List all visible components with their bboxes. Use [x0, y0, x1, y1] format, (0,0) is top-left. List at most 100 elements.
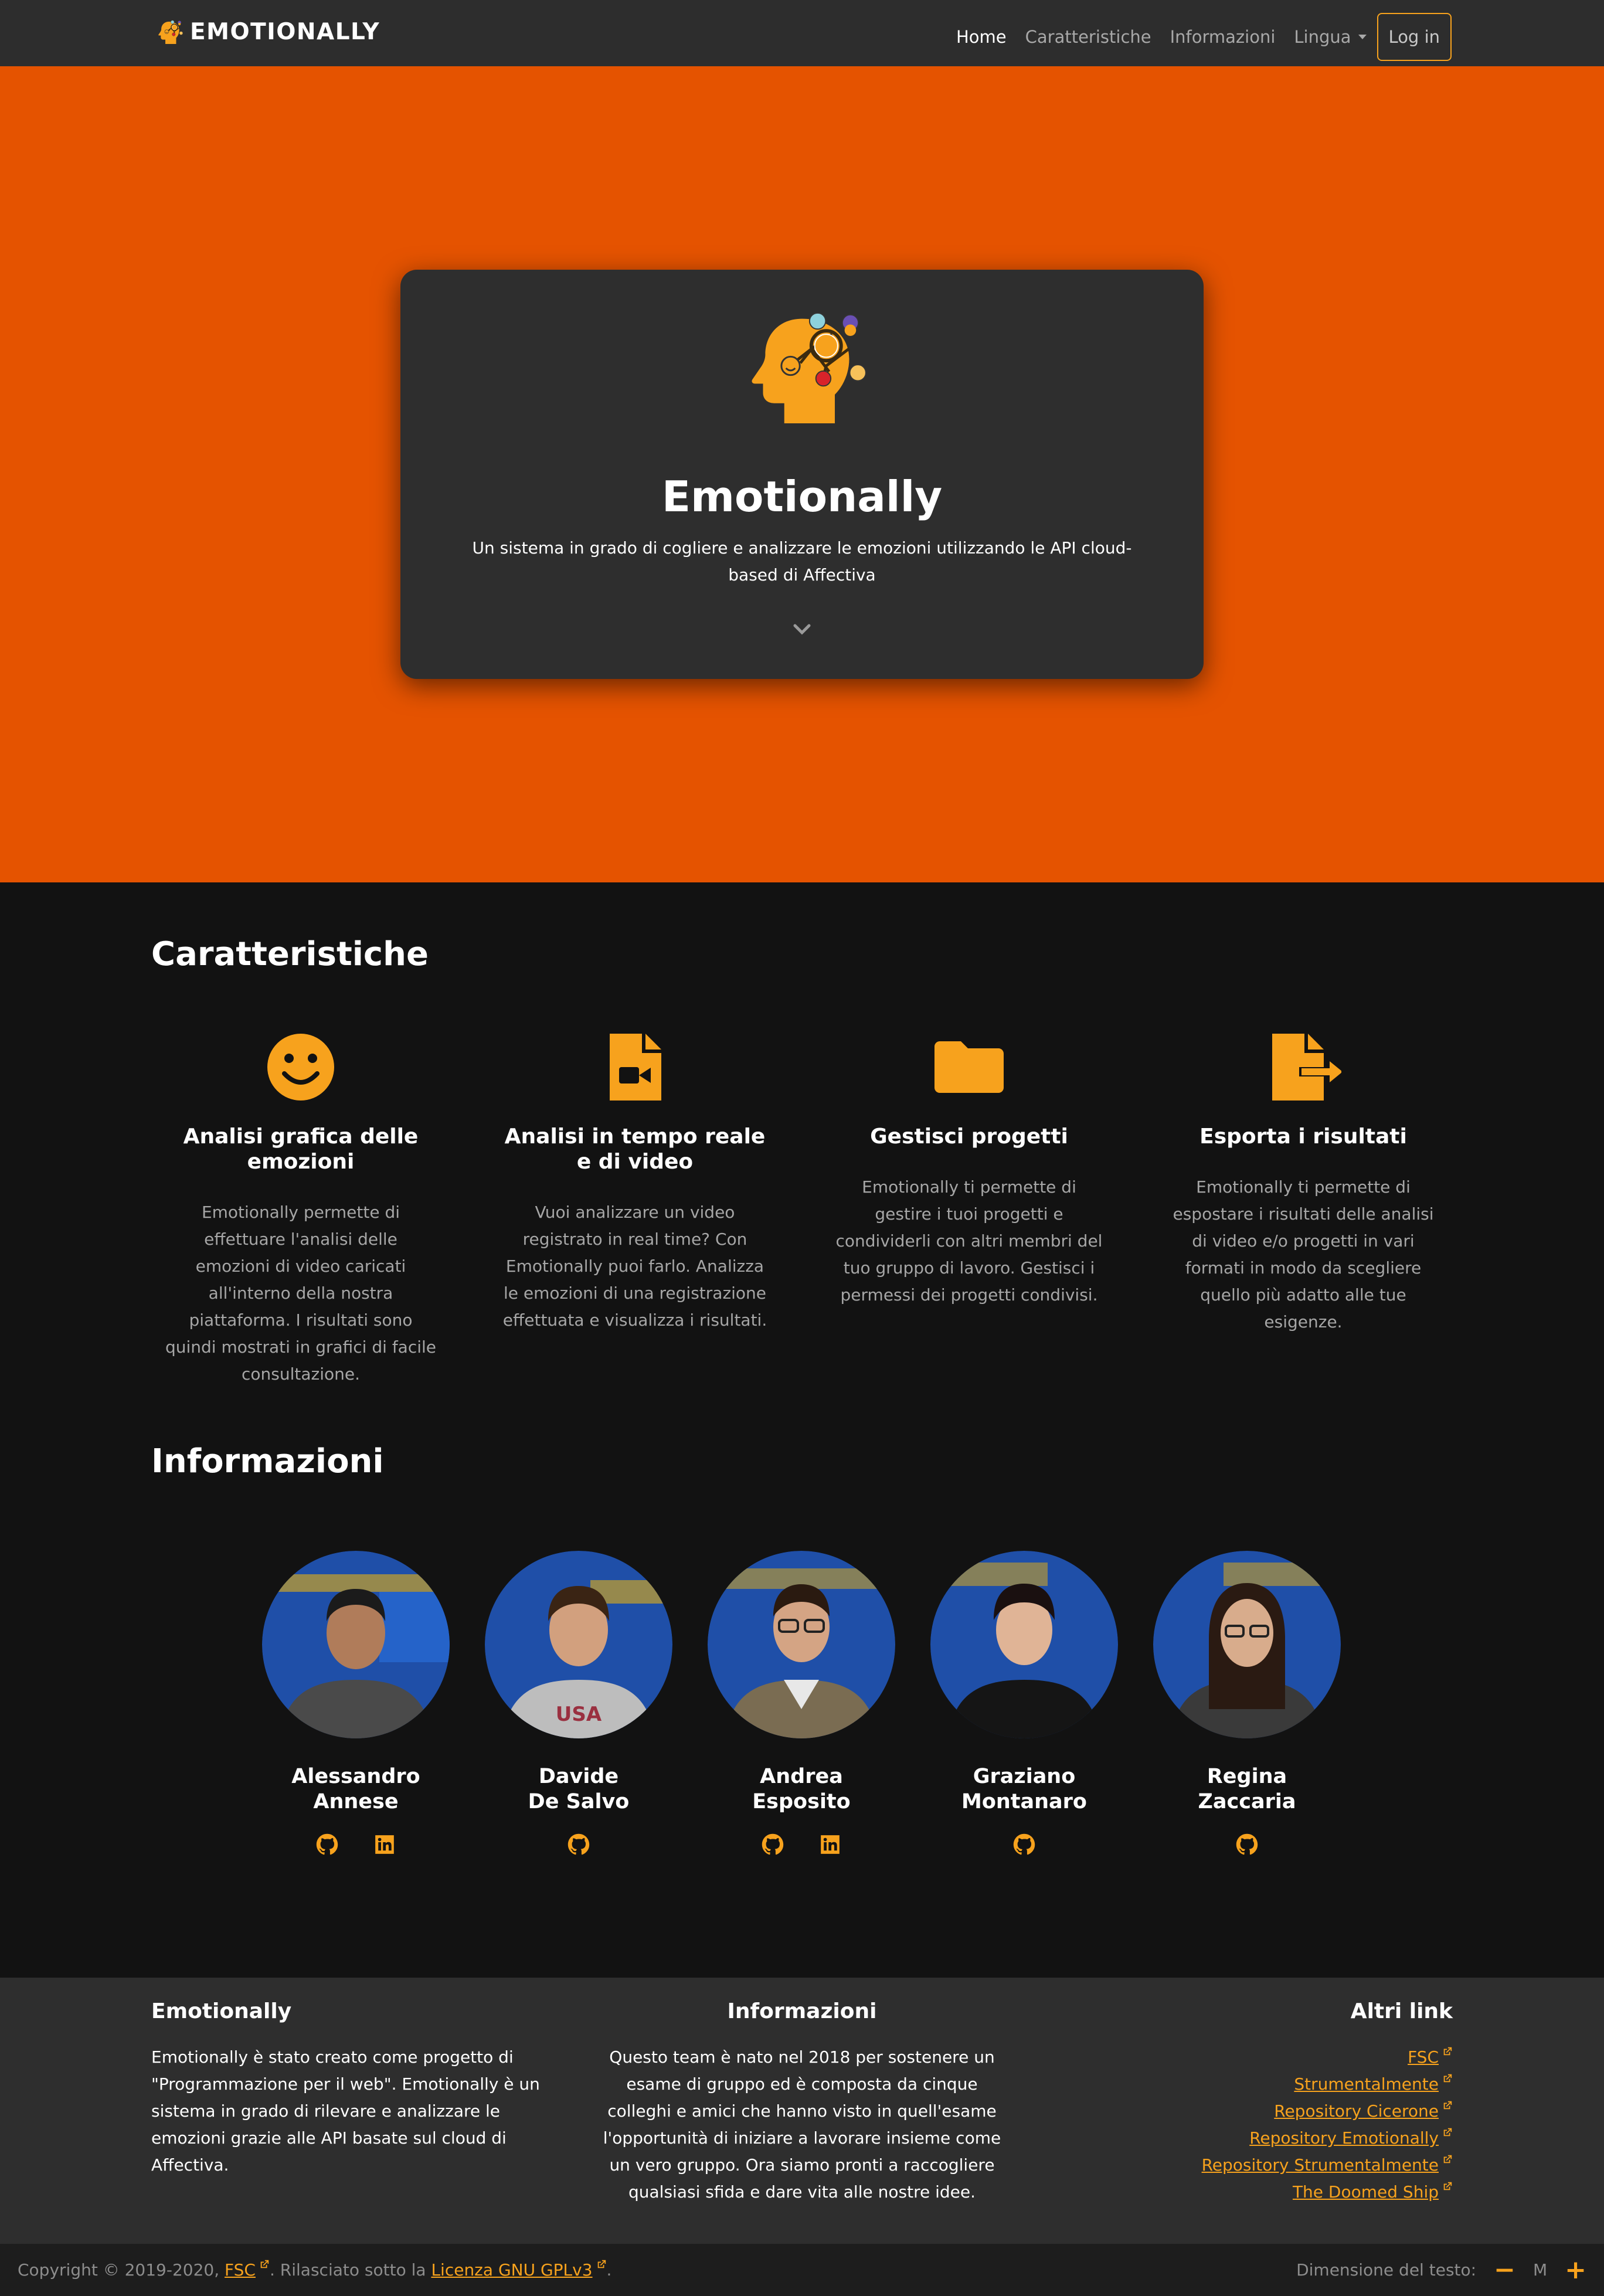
member-socials	[1153, 1833, 1341, 1856]
member-name: Graziano Montanaro	[930, 1764, 1118, 1815]
member-name: Davide De Salvo	[485, 1764, 672, 1815]
team-member: Regina Zaccaria	[1153, 1551, 1341, 1856]
feature-title: Esporta i risultati	[1199, 1125, 1407, 1149]
team-title: Informazioni	[151, 1442, 384, 1480]
team-member: Alessandro Annese	[262, 1551, 450, 1856]
team-member: USA Davide De Salvo	[485, 1551, 672, 1856]
footer-link-fsc[interactable]: FSC	[1202, 2044, 1453, 2071]
feature-title: Analisi grafica delle emozioni	[183, 1125, 419, 1174]
member-photo	[930, 1551, 1118, 1738]
member-last-name: Zaccaria	[1198, 1790, 1296, 1813]
feature-card: Gestisci progetti Emotionally ti permett…	[817, 1029, 1122, 1309]
member-name: Andrea Esposito	[708, 1764, 895, 1815]
login-button[interactable]: Log in	[1377, 13, 1452, 61]
footer-link-label: Repository Emotionally	[1249, 2128, 1439, 2148]
folder-icon	[934, 1041, 1004, 1093]
footer-links: FSC Strumentalmente Repository Cicerone …	[1202, 2044, 1453, 2206]
caret-down-icon	[1358, 35, 1367, 39]
bottom-bar: Copyright © 2019-2020, FSC . Rilasciato s…	[0, 2244, 1604, 2296]
footer-link-doomed-ship[interactable]: The Doomed Ship	[1202, 2179, 1453, 2206]
external-link-icon	[1442, 2046, 1453, 2057]
feature-title: Gestisci progetti	[870, 1125, 1068, 1149]
copyright: Copyright © 2019-2020, FSC . Rilasciato s…	[18, 2244, 611, 2296]
copyright-fsc-link[interactable]: FSC	[225, 2260, 256, 2280]
copyright-fsc-label: FSC	[225, 2260, 256, 2280]
linkedin-icon[interactable]	[373, 1833, 396, 1856]
head-emotions-logo-icon	[745, 308, 868, 423]
nav-link-caratteristiche[interactable]: Caratteristiche	[1025, 17, 1151, 57]
feature-card: Esporta i risultati Emotionally ti perme…	[1151, 1029, 1456, 1336]
member-socials	[262, 1833, 450, 1856]
copyright-end: .	[606, 2260, 612, 2280]
feature-card: Analisi in tempo reale e di video Vuoi a…	[482, 1029, 787, 1334]
member-first-name: Graziano	[973, 1765, 1076, 1788]
license-link[interactable]: Licenza GNU GPLv3	[431, 2260, 592, 2280]
navbar: EMOTIONALLY Home Caratteristiche Informa…	[0, 0, 1604, 66]
member-first-name: Andrea	[760, 1765, 843, 1788]
member-socials	[930, 1833, 1118, 1856]
external-link-icon	[259, 2259, 270, 2270]
feature-description: Emotionally ti permette di gestire i tuo…	[835, 1177, 1103, 1305]
footer-link-repo-strumentalmente[interactable]: Repository Strumentalmente	[1202, 2152, 1453, 2179]
member-socials	[485, 1833, 672, 1856]
member-last-name: Annese	[313, 1790, 399, 1813]
external-link-icon	[1442, 2181, 1453, 2192]
copyright-prefix: Copyright © 2019-2020,	[18, 2260, 220, 2280]
feature-card: Analisi grafica delle emozioni Emotional…	[148, 1029, 453, 1388]
hero-title: Emotionally	[661, 472, 943, 521]
team-member: Andrea Esposito	[708, 1551, 895, 1856]
feature-description: Emotionally permette di effettuare l'ana…	[165, 1203, 437, 1384]
footer-link-strumentalmente[interactable]: Strumentalmente	[1202, 2071, 1453, 2098]
github-icon[interactable]	[567, 1833, 590, 1856]
text-size-decrease-button[interactable]: −	[1494, 2244, 1515, 2296]
file-export-icon	[1272, 1034, 1341, 1101]
member-first-name: Regina	[1207, 1765, 1287, 1788]
member-first-name: Alessandro	[291, 1765, 420, 1788]
team-member: Graziano Montanaro	[930, 1551, 1118, 1856]
github-icon[interactable]	[1013, 1833, 1035, 1856]
file-video-icon	[610, 1034, 661, 1101]
footer-link-label: Strumentalmente	[1294, 2074, 1439, 2094]
text-size-label: Dimensione del testo:	[1296, 2260, 1477, 2280]
external-link-icon	[1442, 2127, 1453, 2138]
github-icon[interactable]	[1236, 1833, 1258, 1856]
hero-section: Emotionally Un sistema in grado di cogli…	[0, 66, 1604, 882]
member-socials	[708, 1833, 895, 1856]
footer-about-title: Emotionally	[151, 1999, 292, 2023]
text-size-control: Dimensione del testo: − M +	[1296, 2244, 1586, 2296]
nav-link-informazioni[interactable]: Informazioni	[1170, 17, 1276, 57]
copyright-mid: . Rilasciato sotto la	[269, 2260, 426, 2280]
smile-icon	[267, 1034, 334, 1101]
features-title: Caratteristiche	[151, 935, 429, 973]
member-name: Regina Zaccaria	[1153, 1764, 1341, 1815]
external-link-icon	[596, 2259, 607, 2270]
github-icon[interactable]	[316, 1833, 338, 1856]
footer-info-text: Questo team è nato nel 2018 per sostener…	[603, 2047, 1001, 2202]
brand-logo-icon	[157, 16, 183, 47]
footer-link-repo-emotionally[interactable]: Repository Emotionally	[1202, 2125, 1453, 2152]
brand-link[interactable]: EMOTIONALLY	[157, 16, 380, 47]
hero-card: Emotionally Un sistema in grado di cogli…	[400, 270, 1204, 679]
github-icon[interactable]	[762, 1833, 784, 1856]
brand-name: EMOTIONALLY	[190, 18, 380, 45]
member-first-name: Davide	[538, 1765, 619, 1788]
svg-text:USA: USA	[556, 1703, 602, 1726]
hero-subtitle: Un sistema in grado di cogliere e analiz…	[472, 538, 1132, 585]
nav-link-home[interactable]: Home	[956, 17, 1007, 57]
external-link-icon	[1442, 2073, 1453, 2084]
language-dropdown-label: Lingua	[1294, 27, 1351, 47]
member-photo	[262, 1551, 450, 1738]
member-photo	[1153, 1551, 1341, 1738]
external-link-icon	[1442, 2154, 1453, 2165]
member-last-name: De Salvo	[528, 1790, 630, 1813]
member-name: Alessandro Annese	[262, 1764, 450, 1815]
footer-link-repo-cicerone[interactable]: Repository Cicerone	[1202, 2098, 1453, 2125]
footer-info-title: Informazioni	[727, 1999, 877, 2023]
linkedin-icon[interactable]	[819, 1833, 841, 1856]
chevron-down-icon[interactable]	[790, 621, 814, 637]
feature-title: Analisi in tempo reale e di video	[504, 1125, 766, 1174]
text-size-increase-button[interactable]: +	[1565, 2244, 1586, 2296]
language-dropdown[interactable]: Lingua	[1294, 17, 1367, 57]
footer-links-title: Altri link	[1350, 1999, 1453, 2023]
nav-menu: Home Caratteristiche Informazioni Lingua…	[937, 13, 1452, 61]
